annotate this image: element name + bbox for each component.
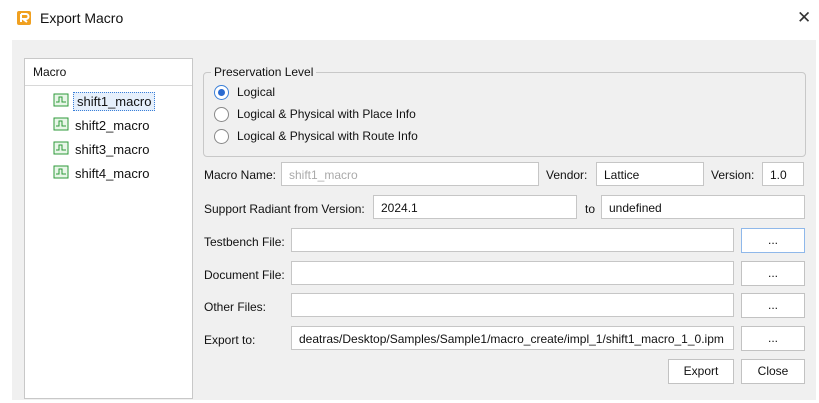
version-input[interactable]: 1.0: [762, 162, 804, 186]
document-label: Document File:: [204, 268, 285, 282]
macro-header-label: Macro: [33, 65, 67, 79]
macro-name-placeholder: shift1_macro: [289, 168, 358, 182]
document-input[interactable]: [291, 261, 734, 285]
other-files-label: Other Files:: [204, 300, 267, 314]
macro-item[interactable]: shift2_macro: [53, 115, 191, 135]
preservation-level-legend: Preservation Level: [211, 65, 317, 79]
support-to-input[interactable]: undefined: [601, 195, 805, 219]
close-button[interactable]: Close: [741, 359, 805, 384]
vendor-label: Vendor:: [546, 168, 588, 182]
radio-label: Logical & Physical with Place Info: [237, 107, 416, 121]
export-to-value: deatras/Desktop/Samples/Sample1/macro_cr…: [299, 332, 724, 346]
version-label: Version:: [711, 168, 755, 182]
support-from-input[interactable]: 2024.1: [373, 195, 577, 219]
support-from-value: 2024.1: [381, 201, 418, 215]
export-to-label: Export to:: [204, 333, 256, 347]
radio-label: Logical: [237, 85, 276, 99]
radio-label: Logical & Physical with Route Info: [237, 129, 418, 143]
support-to-value: undefined: [609, 201, 662, 215]
macro-item[interactable]: shift1_macro: [53, 91, 191, 111]
macro-item[interactable]: shift4_macro: [53, 163, 191, 183]
export-macro-dialog: Export Macro ✕ Macro shift1_macro shift2…: [0, 0, 819, 403]
macro-item-label: shift4_macro: [75, 166, 150, 181]
radio-unchecked-icon: [214, 129, 229, 144]
close-icon[interactable]: ✕: [797, 8, 811, 28]
macro-list-header: Macro: [25, 59, 192, 86]
other-files-browse-button[interactable]: ...: [741, 293, 805, 318]
export-to-browse-button[interactable]: ...: [741, 326, 805, 351]
macro-item[interactable]: shift3_macro: [53, 139, 191, 159]
title-bar: Export Macro ✕: [0, 0, 819, 36]
to-label: to: [585, 202, 596, 216]
export-to-input[interactable]: deatras/Desktop/Samples/Sample1/macro_cr…: [291, 326, 734, 350]
macro-icon: [53, 141, 69, 155]
macro-name-label: Macro Name:: [204, 168, 277, 182]
testbench-label: Testbench File:: [204, 235, 285, 249]
macro-icon: [53, 117, 69, 131]
radio-unchecked-icon: [214, 107, 229, 122]
app-icon: [17, 11, 31, 25]
export-button[interactable]: Export: [668, 359, 734, 384]
testbench-input[interactable]: [291, 228, 734, 252]
macro-item-label: shift1_macro: [73, 92, 156, 111]
version-value: 1.0: [770, 168, 787, 182]
macro-item-label: shift2_macro: [75, 118, 150, 133]
vendor-input[interactable]: Lattice: [596, 162, 704, 186]
radio-checked-icon: [214, 85, 229, 100]
macro-list-panel: Macro shift1_macro shift2_macro shift3_m…: [24, 58, 193, 399]
macro-icon: [53, 93, 69, 107]
document-browse-button[interactable]: ...: [741, 261, 805, 286]
support-version-label: Support Radiant from Version:: [204, 202, 365, 216]
window-title: Export Macro: [40, 10, 124, 26]
macro-icon: [53, 165, 69, 179]
macro-name-input[interactable]: shift1_macro: [281, 162, 539, 186]
vendor-value: Lattice: [604, 168, 640, 182]
other-files-input[interactable]: [291, 293, 734, 317]
macro-item-label: shift3_macro: [75, 142, 150, 157]
testbench-browse-button[interactable]: ...: [741, 228, 805, 253]
